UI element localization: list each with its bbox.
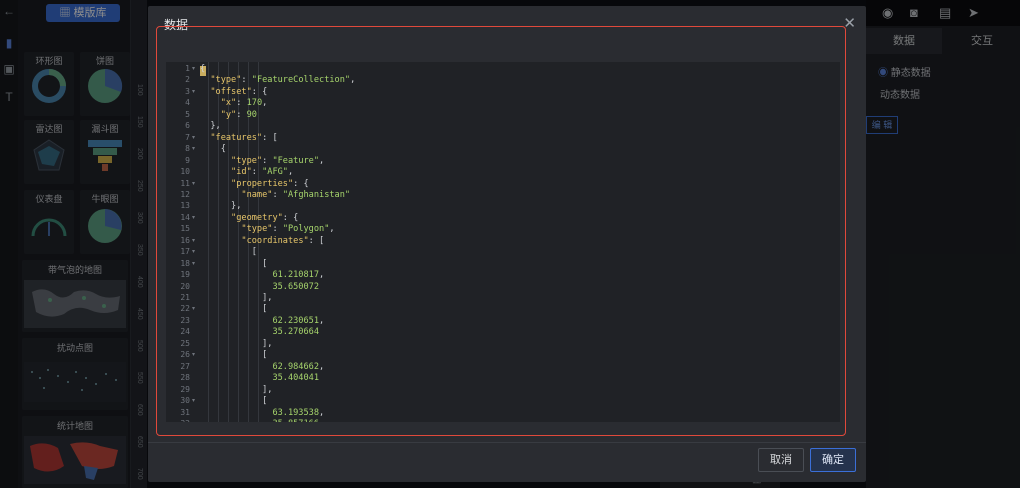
line-number: 30 bbox=[180, 396, 190, 406]
line-number: 22 bbox=[180, 304, 190, 314]
code-line: ], bbox=[200, 293, 273, 303]
code-line: { bbox=[200, 64, 206, 74]
line-number: 10 bbox=[180, 167, 190, 177]
line-number: 18 bbox=[180, 258, 190, 268]
line-number: 5 bbox=[185, 109, 190, 119]
cancel-button[interactable]: 取消 bbox=[758, 448, 804, 472]
code-line: "id": "AFG", bbox=[231, 167, 294, 178]
line-number: 31 bbox=[180, 407, 190, 417]
code-line: 35.270664 bbox=[272, 327, 320, 338]
code-line: "features": [ bbox=[210, 132, 278, 143]
code-line: [ bbox=[200, 350, 268, 361]
line-number: 4 bbox=[185, 98, 190, 108]
code-line: "x": 170, bbox=[220, 98, 268, 109]
code-line: "name": "Afghanistan" bbox=[241, 189, 351, 200]
line-number: 17 bbox=[180, 247, 190, 257]
fold-arrow-icon[interactable]: ▾ bbox=[192, 65, 195, 72]
code-line: "type": "FeatureCollection", bbox=[210, 75, 356, 86]
code-line: ], bbox=[200, 338, 273, 349]
code-line: [ bbox=[200, 258, 268, 269]
code-line: 35.857166 bbox=[200, 419, 319, 422]
fold-arrow-icon[interactable]: ▾ bbox=[192, 248, 195, 255]
line-number: 23 bbox=[180, 315, 190, 325]
line-number: 32 bbox=[180, 419, 190, 422]
dialog-footer-divider bbox=[148, 442, 866, 443]
line-number: 8 bbox=[185, 144, 190, 154]
fold-arrow-icon[interactable]: ▾ bbox=[192, 305, 195, 312]
fold-arrow-icon[interactable]: ▾ bbox=[192, 214, 195, 221]
line-number: 16 bbox=[180, 235, 190, 245]
fold-arrow-icon[interactable]: ▾ bbox=[192, 351, 195, 358]
line-number: 20 bbox=[180, 281, 190, 291]
code-line: "geometry": { bbox=[231, 212, 299, 223]
line-number: 1 bbox=[185, 64, 190, 73]
data-dialog: 数据 ✕ 1 ▾ 2 3 ▾ 4 5 6 7 ▾ 8 ▾ 9 10 11 ▾ 12 13 14 ▾ 15 16 ▾ 17 ▾ 18… bbox=[148, 6, 866, 482]
line-number: 28 bbox=[180, 373, 190, 383]
code-line: }, bbox=[200, 201, 242, 212]
code-line: "y": 90 bbox=[220, 109, 257, 120]
line-number: 27 bbox=[180, 361, 190, 371]
code-line: [ bbox=[200, 396, 268, 407]
fold-arrow-icon[interactable]: ▾ bbox=[192, 145, 195, 152]
fold-arrow-icon[interactable]: ▾ bbox=[192, 180, 195, 187]
line-number: 2 bbox=[185, 75, 190, 85]
line-number: 14 bbox=[180, 212, 190, 222]
code-line: 35.650072 bbox=[272, 281, 320, 292]
fold-arrow-icon[interactable]: ▾ bbox=[192, 88, 195, 95]
line-number: 26 bbox=[180, 350, 190, 360]
code-line: 63.193538, bbox=[272, 407, 325, 418]
json-code-editor[interactable]: 1 ▾ 2 3 ▾ 4 5 6 7 ▾ 8 ▾ 9 10 11 ▾ 12 13 14 ▾ 15 16 ▾ 17 ▾ 18 ▾ 19 20… bbox=[166, 62, 840, 422]
line-number: 25 bbox=[180, 338, 190, 348]
code-line: ], bbox=[200, 384, 273, 395]
line-number: 7 bbox=[185, 132, 190, 142]
fold-arrow-icon[interactable]: ▾ bbox=[192, 237, 195, 244]
line-number: 24 bbox=[180, 327, 190, 337]
code-line: "coordinates": [ bbox=[241, 235, 325, 246]
line-number: 13 bbox=[180, 201, 190, 211]
line-number: 21 bbox=[180, 293, 190, 302]
fold-arrow-icon[interactable]: ▾ bbox=[192, 260, 195, 267]
line-number: 15 bbox=[180, 224, 190, 234]
line-number: 6 bbox=[185, 121, 190, 131]
code-line: "type": "Polygon", bbox=[241, 224, 335, 235]
line-number: 9 bbox=[185, 155, 190, 165]
code-line: 61.210817, bbox=[272, 270, 325, 281]
line-number: 12 bbox=[180, 189, 190, 199]
code-line: 35.404041 bbox=[272, 373, 320, 384]
code-line: 62.984662, bbox=[272, 361, 325, 372]
fold-arrow-icon[interactable]: ▾ bbox=[192, 134, 195, 141]
code-line: "offset": { bbox=[210, 86, 268, 97]
line-number: 3 bbox=[185, 86, 190, 96]
code-line: [ bbox=[200, 247, 257, 258]
code-line: "properties": { bbox=[231, 178, 309, 189]
code-line: "type": "Feature", bbox=[231, 155, 325, 166]
line-number: 11 bbox=[180, 178, 190, 188]
line-number: 19 bbox=[180, 270, 190, 280]
code-line: { bbox=[200, 144, 226, 155]
line-number: 29 bbox=[180, 384, 190, 394]
confirm-button[interactable]: 确定 bbox=[810, 448, 856, 472]
fold-arrow-icon[interactable]: ▾ bbox=[192, 397, 195, 404]
code-line: [ bbox=[200, 304, 268, 315]
code-line: 62.230651, bbox=[272, 315, 325, 326]
line-number-gutter: 1 ▾ 2 3 ▾ 4 5 6 7 ▾ 8 ▾ 9 10 11 ▾ 12 13 14 ▾ 15 16 ▾ 17 ▾ 18 ▾ 19 20… bbox=[166, 62, 198, 422]
code-line: }, bbox=[200, 121, 221, 132]
